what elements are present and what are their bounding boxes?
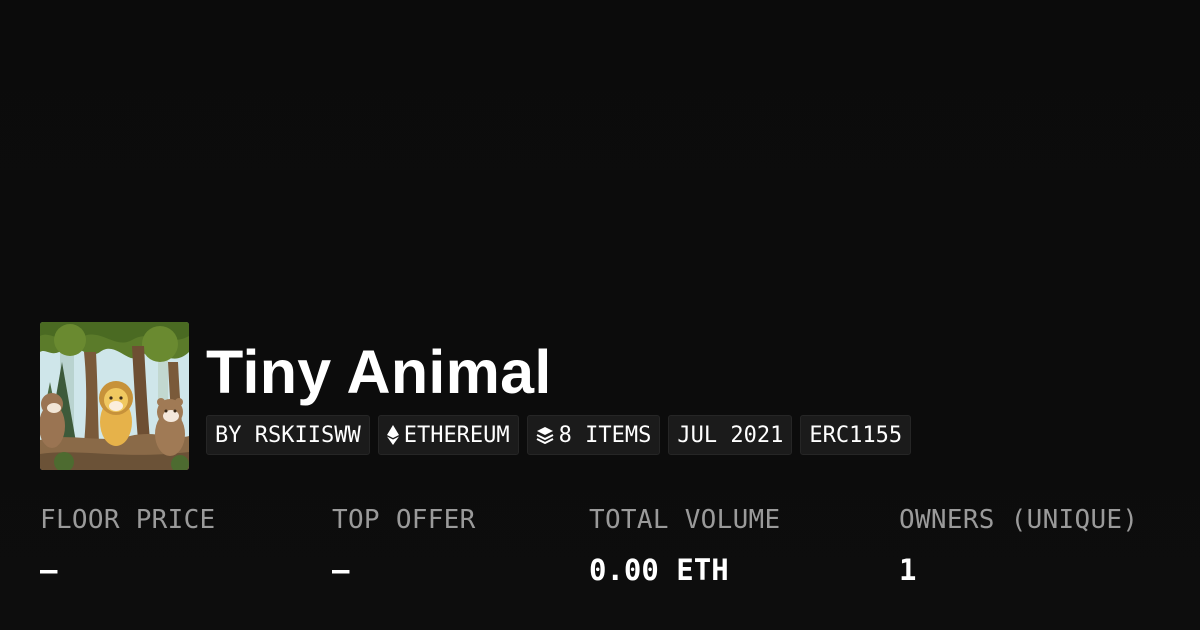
stat-top-offer: TOP OFFER – [332, 500, 476, 590]
items-chip[interactable]: 8 ITEMS [526, 415, 661, 455]
creator-chip[interactable]: BY RSKIISWW [206, 415, 370, 455]
layers-icon [536, 426, 554, 444]
stat-total-volume: TOTAL VOLUME 0.00 ETH [589, 500, 780, 590]
items-label: 8 ITEMS [558, 422, 652, 448]
collection-meta-chips: BY RSKIISWW ETHEREUM 8 ITEMS JUL 2021 ER… [206, 415, 912, 455]
stat-label: OWNERS (UNIQUE) [899, 505, 1139, 535]
stat-value: 1 [899, 553, 917, 587]
collection-thumbnail[interactable] [40, 322, 189, 470]
stat-value: 0.00 ETH [589, 553, 729, 587]
stat-value: – [332, 553, 350, 587]
stat-value: – [40, 553, 58, 587]
date-label: JUL 2021 [677, 422, 784, 448]
collection-header: Tiny Animal BY RSKIISWW ETHEREUM 8 ITEMS… [40, 322, 912, 470]
date-chip: JUL 2021 [668, 415, 793, 455]
creator-label: BY RSKIISWW [215, 422, 361, 448]
chain-chip[interactable]: ETHEREUM [377, 415, 519, 455]
token-standard-chip: ERC1155 [800, 415, 912, 455]
chain-label: ETHEREUM [403, 422, 510, 448]
stat-label: FLOOR PRICE [40, 505, 216, 535]
collection-title: Tiny Animal [206, 338, 552, 406]
stat-label: TOP OFFER [332, 505, 476, 535]
stat-label: TOTAL VOLUME [589, 505, 781, 535]
stat-floor-price: FLOOR PRICE – [40, 500, 216, 590]
ethereum-icon [386, 425, 399, 445]
stat-owners: OWNERS (UNIQUE) 1 [899, 500, 1138, 590]
token-standard-label: ERC1155 [809, 422, 903, 448]
title-block: Tiny Animal BY RSKIISWW ETHEREUM 8 ITEMS… [206, 337, 912, 455]
